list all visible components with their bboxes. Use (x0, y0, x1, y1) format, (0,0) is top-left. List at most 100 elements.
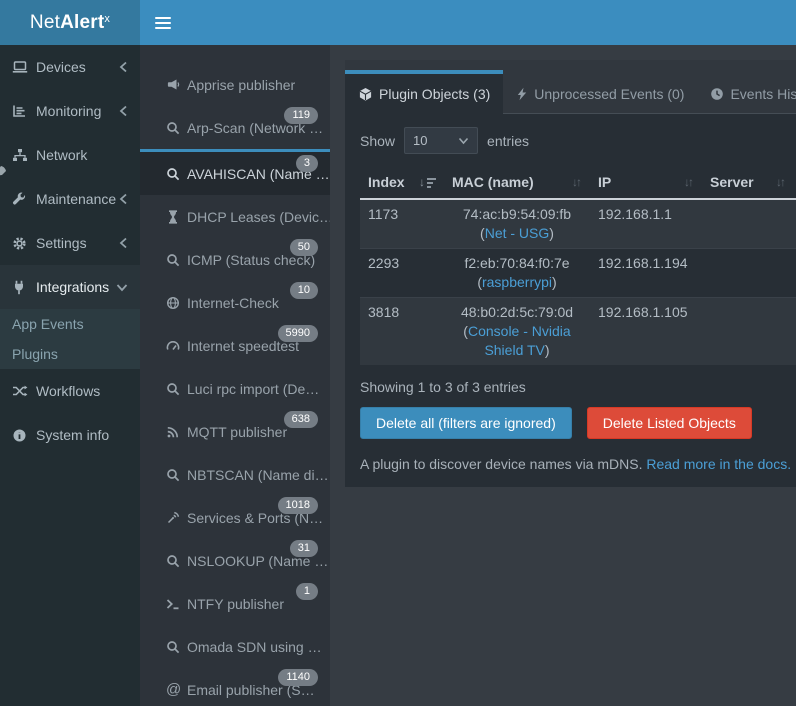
sidebar-item-label: Workflows (36, 383, 100, 399)
sidebar-item-label: Settings (36, 235, 87, 251)
search-icon (166, 167, 187, 181)
sidebar-item-label: Maintenance (36, 191, 116, 207)
sidebar-item-integrations[interactable]: Integrations (0, 265, 140, 309)
submenu-item-label: Plugins (12, 346, 58, 362)
tab-unprocessed-events[interactable]: Unprocessed Events (0) (503, 70, 697, 114)
table-header-row: Index ↓ MAC (name) ↓↑ (360, 166, 796, 199)
tab-label: Plugin Objects (3) (379, 86, 490, 102)
chevron-left-icon (119, 193, 128, 205)
edge-rocket-icon (0, 165, 7, 183)
entries-label: entries (487, 133, 529, 149)
count-badge: 50 (290, 239, 318, 256)
app-logo[interactable]: NetAlertx (0, 0, 140, 45)
hamburger-icon (155, 17, 171, 19)
plugin-item-nbtscan[interactable]: NBTSCAN (Name di… (140, 453, 330, 496)
chevron-down-icon (116, 283, 128, 292)
content-area: Plugin Objects (3) Unprocessed Events (0… (330, 45, 796, 706)
plugin-item-label: DHCP Leases (Devic… (187, 209, 330, 225)
device-link[interactable]: Net - USG (485, 225, 550, 241)
plugin-item-omada-sdn[interactable]: Omada SDN using … (140, 625, 330, 668)
at-icon: @ (166, 681, 187, 698)
sidebar-item-network[interactable]: Network (0, 133, 140, 177)
docs-link[interactable]: Read more in the docs. (646, 456, 791, 472)
globe-icon (166, 296, 187, 310)
sidebar-item-system-info[interactable]: System info (0, 413, 140, 457)
sidebar-item-label: System info (36, 427, 109, 443)
plugin-item-mqtt-publisher[interactable]: MQTT publisher 638 (140, 410, 330, 453)
cell-mac-name: 74:ac:b9:54:09:fb (Net - USG) (444, 199, 590, 249)
plugin-item-dhcp-leases[interactable]: DHCP Leases (Devic… (140, 195, 330, 238)
plugin-item-arp-scan[interactable]: Arp-Scan (Network … 119 (140, 106, 330, 149)
plugin-item-luci-rpc-import[interactable]: Luci rpc import (De… (140, 367, 330, 410)
plugin-item-label: Apprise publisher (187, 77, 295, 93)
column-label: Index (368, 174, 405, 190)
bolt-icon (516, 87, 528, 101)
delete-listed-button[interactable]: Delete Listed Objects (587, 407, 752, 439)
tab-plugin-objects[interactable]: Plugin Objects (3) (345, 70, 503, 114)
plugin-item-nslookup[interactable]: NSLOOKUP (Name … 31 (140, 539, 330, 582)
page-length-value: 10 (413, 133, 427, 148)
hourglass-icon (166, 210, 187, 224)
top-navbar: NetAlertx (0, 0, 796, 45)
plugin-item-email-publisher[interactable]: @ Email publisher (S… 1140 (140, 668, 330, 706)
plugin-item-ntfy-publisher[interactable]: NTFY publisher 1 (140, 582, 330, 625)
plugin-item-label: NTFY publisher (187, 596, 284, 612)
table-row: 3818 48:b0:2d:5c:79:0d (Console - Nvidia… (360, 298, 796, 366)
plugin-item-icmp[interactable]: ICMP (Status check) 50 (140, 238, 330, 281)
mac-address: f2:eb:70:84:f0:7e (452, 254, 582, 273)
plugin-item-apprise-publisher[interactable]: Apprise publisher (140, 63, 330, 106)
cell-server (702, 249, 794, 298)
gear-icon (12, 236, 36, 251)
cell-ip: 192.168.1.105 (590, 298, 702, 366)
device-link[interactable]: raspberrypi (482, 274, 552, 290)
column-header-mac[interactable]: MAC (name) ↓↑ (444, 166, 590, 199)
search-icon (166, 382, 187, 396)
tab-label: Events History (6) (730, 86, 796, 102)
tab-content: Show 10 entries Index (345, 114, 796, 487)
submenu-item-plugins[interactable]: Plugins (0, 339, 140, 369)
action-buttons: Delete all (filters are ignored) Delete … (360, 407, 796, 439)
tachometer-icon (166, 339, 187, 353)
count-badge: 1018 (278, 497, 318, 514)
plugin-item-label: MQTT publisher (187, 424, 287, 440)
tab-events-history[interactable]: Events History (6) (697, 70, 796, 114)
chevron-left-icon (119, 105, 128, 117)
count-badge: 10 (290, 282, 318, 299)
delete-all-button[interactable]: Delete all (filters are ignored) (360, 407, 572, 439)
plugin-item-services-ports[interactable]: Services & Ports (N… 1018 (140, 496, 330, 539)
cell-index: 3818 (360, 298, 444, 366)
plugins-sidebar: Apprise publisher Arp-Scan (Network … 11… (140, 45, 330, 706)
sidebar-item-maintenance[interactable]: Maintenance (0, 177, 140, 221)
plugin-item-internet-speedtest[interactable]: Internet speedtest 5990 (140, 324, 330, 367)
plugin-description: A plugin to discover device names via mD… (360, 456, 796, 472)
search-icon (166, 121, 187, 135)
column-header-index[interactable]: Index ↓ (360, 166, 444, 199)
laptop-icon (12, 60, 36, 74)
count-badge: 119 (284, 107, 318, 124)
clock-icon (710, 87, 724, 101)
plugin-item-internet-check[interactable]: Internet-Check 10 (140, 281, 330, 324)
plugin-item-avahiscan[interactable]: AVAHISCAN (Name … 3 (140, 149, 330, 195)
mac-address: 74:ac:b9:54:09:fb (452, 205, 582, 224)
terminal-icon (166, 597, 187, 611)
device-link[interactable]: Console - Nvidia Shield TV (468, 323, 571, 358)
main-sidebar: Devices Monitoring Network Maintenance (0, 45, 140, 706)
table-row: 2293 f2:eb:70:84:f0:7e (raspberrypi) 192… (360, 249, 796, 298)
logo-text-bold: Alert (60, 12, 104, 34)
chart-icon (12, 104, 36, 118)
submenu-item-app-events[interactable]: App Events (0, 309, 140, 339)
sort-icon: ↓↑ (776, 175, 786, 189)
sidebar-item-workflows[interactable]: Workflows (0, 369, 140, 413)
column-label: MAC (name) (452, 174, 534, 190)
column-header-ip[interactable]: IP ↓↑ (590, 166, 702, 199)
shuffle-icon (12, 384, 36, 398)
sidebar-item-settings[interactable]: Settings (0, 221, 140, 265)
column-header-server[interactable]: Server ↓↑ (702, 166, 794, 199)
count-badge: 3 (296, 155, 318, 172)
sidebar-item-monitoring[interactable]: Monitoring (0, 89, 140, 133)
sidebar-item-label: Devices (36, 59, 86, 75)
page-length-select[interactable]: 10 (404, 127, 478, 154)
sidebar-item-devices[interactable]: Devices (0, 45, 140, 89)
plugin-item-label: Internet-Check (187, 295, 279, 311)
sidebar-toggle-button[interactable] (140, 0, 185, 45)
